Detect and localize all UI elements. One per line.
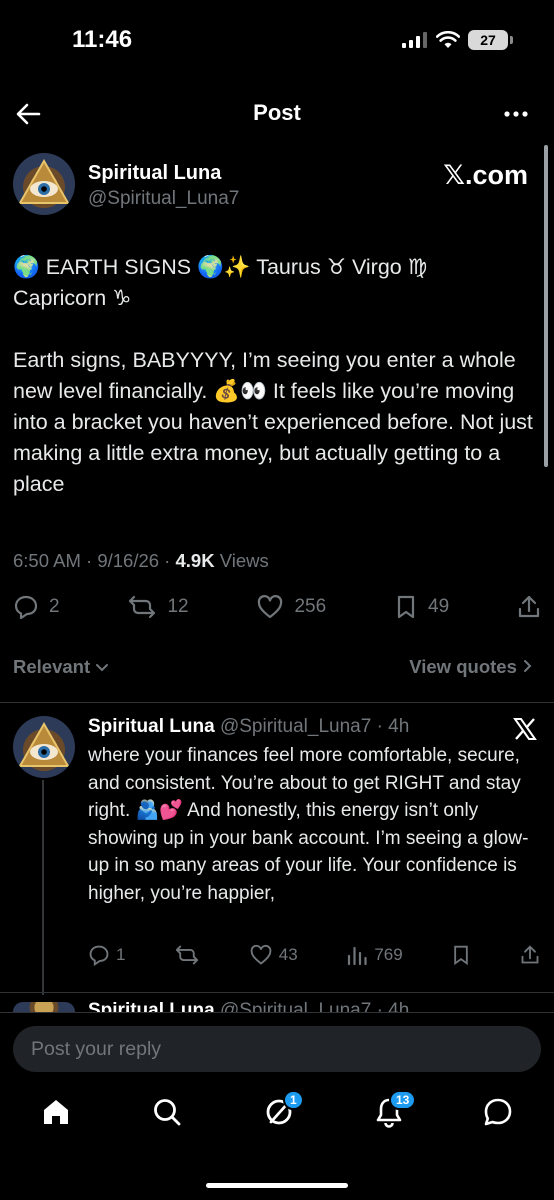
reply-button[interactable]: 2 (13, 594, 60, 620)
divider (0, 702, 554, 703)
reply-author-name: Spiritual Luna (88, 716, 215, 737)
repost-count: 12 (167, 596, 189, 617)
share-icon (521, 945, 539, 964)
post-timestamp: 6:50 AM · 9/16/26 · (13, 550, 176, 571)
reply-count: 2 (49, 596, 60, 617)
post-actions: 2 12 256 49 (13, 594, 541, 620)
grok-badge: 1 (283, 1090, 304, 1110)
avatar[interactable] (13, 153, 75, 215)
next-reply-author: Spiritual Luna (88, 1000, 215, 1012)
page-title: Post (253, 100, 301, 125)
reply-text: where your finances feel more comfortabl… (88, 745, 529, 904)
nav-notifications[interactable]: 13 (373, 1090, 417, 1133)
reply-views-button[interactable]: 769 (346, 944, 403, 966)
next-reply-handle-time: @Spiritual_Luna7 · 4h (214, 1000, 410, 1012)
wifi-icon (436, 31, 460, 48)
next-reply-header[interactable]: Spiritual Luna @Spiritual_Luna7 · 4h (88, 1000, 409, 1012)
reply-input-placeholder: Post your reply (31, 1038, 162, 1060)
reply-avatar[interactable] (13, 716, 75, 778)
divider (0, 992, 554, 993)
sort-label: Relevant (13, 656, 91, 677)
share-button[interactable] (517, 594, 541, 620)
views-label: Views (214, 550, 269, 571)
bookmark-count: 49 (428, 596, 450, 617)
heart-icon (250, 944, 272, 965)
reply-bubble-icon (14, 595, 38, 620)
chevron-down-icon (96, 664, 109, 672)
post-headline-line2: Capricorn ♑ (13, 286, 132, 310)
view-quotes-label: View quotes (409, 656, 517, 677)
bookmark-icon (397, 595, 415, 619)
sort-dropdown[interactable]: Relevant (13, 656, 109, 678)
nav-grok[interactable]: 1 (263, 1090, 304, 1133)
reply-input[interactable]: Post your reply (13, 1026, 541, 1072)
author-handle[interactable]: @Spiritual_Luna7 (88, 188, 239, 210)
repost-icon (129, 595, 156, 619)
divider (0, 1012, 554, 1013)
reply-reply-count: 1 (116, 945, 126, 964)
bookmark-icon (454, 945, 469, 966)
ellipsis-icon (504, 111, 528, 117)
post-body: Earth signs, BABYYYY, I’m seeing you ent… (13, 348, 533, 496)
post-headline-line1: 🌍 EARTH SIGNS 🌍✨ Taurus ♉ Virgo ♍ (13, 255, 428, 279)
bottom-navigation: 1 13 (0, 1090, 554, 1136)
battery-indicator: 27 (468, 30, 513, 50)
home-indicator (206, 1183, 348, 1188)
search-icon (154, 1099, 181, 1126)
reply-handle-time: @Spiritual_Luna7 · 4h (214, 716, 410, 737)
battery-level: 27 (480, 32, 496, 48)
bookmark-button[interactable]: 49 (394, 594, 449, 620)
reply-repost-button[interactable] (174, 944, 200, 966)
reply-views-count: 769 (374, 945, 403, 964)
author-name[interactable]: Spiritual Luna (88, 162, 221, 185)
reply-share-button[interactable] (520, 944, 540, 966)
nav-home[interactable] (40, 1096, 72, 1133)
reply-header[interactable]: Spiritual Luna @Spiritual_Luna7 · 4h (88, 716, 409, 738)
post-meta: 6:50 AM · 9/16/26 · 4.9K Views (13, 550, 269, 572)
reply-like-count: 43 (278, 945, 298, 964)
reply-actions: 1 43 769 (88, 944, 540, 966)
thread-line (42, 780, 44, 995)
status-time: 11:46 (72, 26, 133, 53)
more-options-button[interactable] (502, 100, 530, 134)
x-com-watermark: 𝕏.com (443, 160, 528, 190)
chevron-right-icon (524, 660, 532, 672)
reply-bubble-icon (89, 945, 109, 966)
view-quotes-link[interactable]: View quotes (409, 656, 534, 678)
reply-reply-button[interactable]: 1 (88, 944, 125, 966)
post-text: 🌍 EARTH SIGNS 🌍✨ Taurus ♉ Virgo ♍ Caprico… (13, 252, 533, 500)
notifications-badge: 13 (389, 1090, 417, 1110)
share-icon (518, 595, 540, 618)
repost-icon (176, 945, 199, 965)
like-button[interactable]: 256 (256, 594, 326, 620)
repost-button[interactable]: 12 (127, 594, 189, 620)
cellular-signal-icon (402, 32, 427, 48)
message-bubble-icon (484, 1098, 512, 1126)
home-icon (44, 1100, 68, 1124)
eye-of-providence-icon (18, 158, 70, 204)
views-count[interactable]: 4.9K (175, 550, 214, 571)
heart-icon (258, 595, 283, 619)
reply-like-button[interactable]: 43 (249, 944, 298, 966)
nav-messages[interactable] (482, 1096, 514, 1133)
next-reply-avatar[interactable] (13, 1002, 75, 1012)
status-icons: 27 (402, 30, 513, 50)
like-count: 256 (294, 596, 327, 617)
eye-of-providence-icon (18, 721, 70, 767)
analytics-bars-icon (348, 946, 367, 966)
nav-search[interactable] (151, 1096, 183, 1133)
reply-bookmark-button[interactable] (451, 944, 471, 966)
scrollbar[interactable] (544, 145, 548, 467)
